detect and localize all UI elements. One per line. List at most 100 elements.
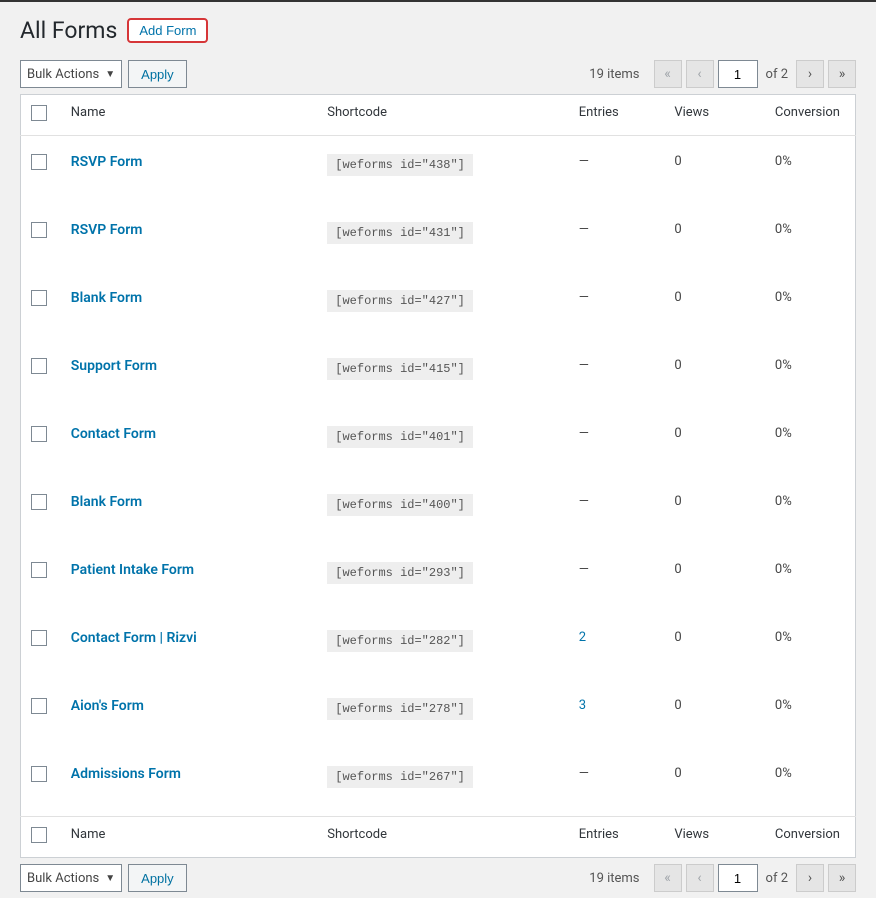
bulk-actions-label-bottom: Bulk Actions <box>27 871 99 886</box>
dropdown-caret-icon: ▼ <box>105 873 115 884</box>
column-footer-entries: Entries <box>569 817 665 858</box>
row-checkbox[interactable] <box>31 290 47 306</box>
table-row: Patient Intake Form [weforms id="293"] — 00… <box>21 544 856 612</box>
row-checkbox[interactable] <box>31 562 47 578</box>
shortcode-value[interactable]: [weforms id="400"] <box>327 494 473 516</box>
conversion-value: 0% <box>765 340 856 408</box>
entries-value: — <box>579 222 589 237</box>
row-checkbox[interactable] <box>31 222 47 238</box>
row-checkbox[interactable] <box>31 358 47 374</box>
prev-page-button-bottom[interactable]: ‹ <box>686 864 714 892</box>
views-value: 0 <box>664 612 765 680</box>
first-page-button-bottom[interactable]: « <box>654 864 682 892</box>
table-row: Admissions Form [weforms id="267"] — 00% <box>21 748 856 817</box>
shortcode-value[interactable]: [weforms id="431"] <box>327 222 473 244</box>
shortcode-value[interactable]: [weforms id="438"] <box>327 154 473 176</box>
views-value: 0 <box>664 340 765 408</box>
pagination-top: 19 items « ‹ of 2 › » <box>589 60 856 88</box>
conversion-value: 0% <box>765 204 856 272</box>
conversion-value: 0% <box>765 544 856 612</box>
form-name-link[interactable]: Aion's Form <box>71 698 144 714</box>
next-page-button[interactable]: › <box>796 60 824 88</box>
prev-page-button[interactable]: ‹ <box>686 60 714 88</box>
current-page-input[interactable] <box>718 60 758 88</box>
conversion-value: 0% <box>765 476 856 544</box>
current-page-input-bottom[interactable] <box>718 864 758 892</box>
shortcode-value[interactable]: [weforms id="282"] <box>327 630 473 652</box>
row-checkbox[interactable] <box>31 154 47 170</box>
conversion-value: 0% <box>765 680 856 748</box>
conversion-value: 0% <box>765 748 856 817</box>
next-page-button-bottom[interactable]: › <box>796 864 824 892</box>
toolbar-top: Bulk Actions ▼ Apply 19 items « ‹ of 2 ›… <box>0 54 876 94</box>
apply-button[interactable]: Apply <box>128 60 187 88</box>
conversion-value: 0% <box>765 272 856 340</box>
form-name-link[interactable]: Support Form <box>71 358 157 374</box>
shortcode-value[interactable]: [weforms id="293"] <box>327 562 473 584</box>
views-value: 0 <box>664 544 765 612</box>
page-title: All Forms <box>20 17 117 44</box>
select-all-checkbox-footer[interactable] <box>31 827 47 843</box>
shortcode-value[interactable]: [weforms id="267"] <box>327 766 473 788</box>
form-name-link[interactable]: Patient Intake Form <box>71 562 194 578</box>
form-name-link[interactable]: Blank Form <box>71 494 142 510</box>
views-value: 0 <box>664 204 765 272</box>
entries-value: — <box>579 290 589 305</box>
form-name-link[interactable]: Admissions Form <box>71 766 181 782</box>
of-pages-text-bottom: of 2 <box>766 871 788 886</box>
entries-value: — <box>579 766 589 781</box>
table-footer-row: Name Shortcode Entries Views Conversion <box>21 817 856 858</box>
form-name-link[interactable]: RSVP Form <box>71 222 143 238</box>
row-checkbox[interactable] <box>31 426 47 442</box>
table-row: Contact Form | Rizvi [weforms id="282"] 2 0… <box>21 612 856 680</box>
views-value: 0 <box>664 748 765 817</box>
shortcode-value[interactable]: [weforms id="401"] <box>327 426 473 448</box>
views-value: 0 <box>664 476 765 544</box>
table-header-row: Name Shortcode Entries Views Conversion <box>21 95 856 136</box>
form-name-link[interactable]: Contact Form | Rizvi <box>71 630 197 646</box>
form-name-link[interactable]: Blank Form <box>71 290 142 306</box>
shortcode-value[interactable]: [weforms id="278"] <box>327 698 473 720</box>
bulk-actions-select[interactable]: Bulk Actions ▼ <box>20 60 122 88</box>
page-header: All Forms Add Form <box>0 2 876 54</box>
row-checkbox[interactable] <box>31 698 47 714</box>
form-name-link[interactable]: RSVP Form <box>71 154 143 170</box>
select-all-checkbox[interactable] <box>31 105 47 121</box>
bulk-actions-select-bottom[interactable]: Bulk Actions ▼ <box>20 864 122 892</box>
row-checkbox[interactable] <box>31 494 47 510</box>
form-name-link[interactable]: Contact Form <box>71 426 156 442</box>
table-row: RSVP Form[weforms id="438"]—00% <box>21 136 856 205</box>
entries-value: — <box>579 358 589 373</box>
entries-value: — <box>579 562 589 577</box>
table-row: Blank Form [weforms id="427"] — 00% <box>21 272 856 340</box>
table-row: Support Form [weforms id="415"] — 00% <box>21 340 856 408</box>
views-value: 0 <box>664 272 765 340</box>
first-page-button[interactable]: « <box>654 60 682 88</box>
entries-value[interactable]: 2 <box>579 630 586 645</box>
table-row: Blank Form[weforms id="400"]—00% <box>21 476 856 544</box>
conversion-value: 0% <box>765 612 856 680</box>
column-footer-shortcode: Shortcode <box>317 817 569 858</box>
row-checkbox[interactable] <box>31 766 47 782</box>
apply-button-bottom[interactable]: Apply <box>128 864 187 892</box>
column-header-shortcode: Shortcode <box>317 95 569 136</box>
last-page-button-bottom[interactable]: » <box>828 864 856 892</box>
column-header-conversion: Conversion <box>765 95 856 136</box>
last-page-button[interactable]: » <box>828 60 856 88</box>
of-pages-text: of 2 <box>766 67 788 82</box>
add-form-button[interactable]: Add Form <box>127 18 208 43</box>
row-checkbox[interactable] <box>31 630 47 646</box>
entries-value: — <box>579 426 589 441</box>
column-footer-conversion: Conversion <box>765 817 856 858</box>
entries-value[interactable]: 3 <box>579 698 586 713</box>
entries-value: — <box>579 154 589 169</box>
toolbar-bottom: Bulk Actions ▼ Apply 19 items « ‹ of 2 ›… <box>0 858 876 898</box>
items-count: 19 items <box>589 67 639 82</box>
column-footer-views: Views <box>664 817 765 858</box>
shortcode-value[interactable]: [weforms id="415"] <box>327 358 473 380</box>
column-header-views: Views <box>664 95 765 136</box>
table-row: RSVP Form [weforms id="431"] — 00% <box>21 204 856 272</box>
shortcode-value[interactable]: [weforms id="427"] <box>327 290 473 312</box>
column-footer-name[interactable]: Name <box>61 817 318 858</box>
column-header-name[interactable]: Name <box>61 95 318 136</box>
